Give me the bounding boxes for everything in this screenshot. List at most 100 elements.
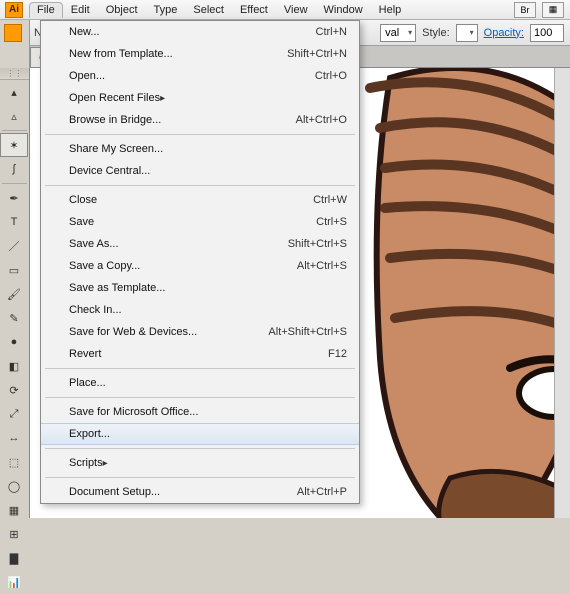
vertical-scrollbar[interactable] (554, 68, 570, 518)
menu-item-label: Save a Copy... (69, 260, 140, 272)
app-icon: Ai (5, 2, 23, 18)
menu-item-save-as-template[interactable]: Save as Template... (41, 277, 359, 299)
menu-file[interactable]: File (29, 2, 63, 18)
menu-object[interactable]: Object (98, 2, 146, 18)
app-icon-strip (0, 20, 30, 68)
arrange-button[interactable]: ▦ (542, 2, 564, 18)
rectangle-icon[interactable]: ▭ (0, 258, 28, 282)
menu-item-label: Save for Web & Devices... (69, 326, 197, 338)
menu-item-document-setup[interactable]: Document Setup...Alt+Ctrl+P (41, 481, 359, 503)
shortcut-label: F12 (328, 348, 347, 360)
menu-item-label: Close (69, 194, 97, 206)
shortcut-label: Alt+Shift+Ctrl+S (268, 326, 347, 338)
submenu-arrow-icon (160, 92, 165, 104)
style-combo[interactable] (456, 24, 478, 42)
menu-item-close[interactable]: Close Ctrl+W (41, 189, 359, 211)
shortcut-label: Ctrl+S (316, 216, 347, 228)
bridge-button[interactable]: Br (514, 2, 536, 18)
menu-item-open[interactable]: Open... Ctrl+O (41, 65, 359, 87)
gradient-icon[interactable]: ▇ (0, 546, 28, 570)
menu-item-save-as[interactable]: Save As... Shift+Ctrl+S (41, 233, 359, 255)
perspective-icon[interactable]: ▦ (0, 498, 28, 522)
menu-item-place[interactable]: Place... (41, 372, 359, 394)
opacity-input[interactable] (530, 24, 564, 42)
type-icon[interactable]: T (0, 210, 28, 234)
brush-icon[interactable]: 🖌 (0, 282, 28, 306)
magic-wand-icon[interactable]: ✶ (0, 133, 28, 157)
menu-item-label: Save As... (69, 238, 119, 250)
menu-item-save-a-copy[interactable]: Save a Copy... Alt+Ctrl+S (41, 255, 359, 277)
menu-effect[interactable]: Effect (232, 2, 276, 18)
menu-item-label: New from Template... (69, 48, 173, 60)
menu-separator (45, 134, 355, 135)
menu-item-label: Open Recent Files (69, 92, 160, 104)
menu-window[interactable]: Window (316, 2, 371, 18)
menu-view[interactable]: View (276, 2, 316, 18)
pencil-icon[interactable]: ✎ (0, 306, 28, 330)
eraser-icon[interactable]: ◧ (0, 354, 28, 378)
panel-grip[interactable]: ⋮⋮ (0, 68, 29, 80)
column-graph-icon[interactable]: 📊 (0, 570, 28, 594)
scale-icon[interactable]: ⤢ (0, 402, 28, 426)
menu-item-label: Revert (69, 348, 101, 360)
menu-item-label: Scripts (69, 457, 103, 469)
shape-builder-icon[interactable]: ◯ (0, 474, 28, 498)
menu-item-share-my-screen[interactable]: Share My Screen... (41, 138, 359, 160)
blob-brush-icon[interactable]: ● (0, 330, 28, 354)
menu-item-label: Save (69, 216, 94, 228)
menu-item-label: Check In... (69, 304, 122, 316)
menu-separator (45, 397, 355, 398)
menu-item-save[interactable]: Save Ctrl+S (41, 211, 359, 233)
shortcut-label: Ctrl+W (313, 194, 347, 206)
opacity-label[interactable]: Opacity: (484, 27, 524, 39)
menu-item-save-for-web-devices[interactable]: Save for Web & Devices... Alt+Shift+Ctrl+… (41, 321, 359, 343)
shape-combo-value: val (385, 27, 399, 39)
menu-item-revert[interactable]: Revert F12 (41, 343, 359, 365)
menu-item-label: Device Central... (69, 165, 150, 177)
lasso-icon[interactable]: ʃ (0, 157, 28, 181)
menu-item-export[interactable]: Export... (41, 423, 359, 445)
mesh-icon[interactable]: ⊞ (0, 522, 28, 546)
shortcut-label: Alt+Ctrl+S (297, 260, 347, 272)
tools-panel: ⋮⋮ ▴▵✶ʃ✒T／▭🖌✎●◧⟳⤢↔⬚◯▦⊞▇📊 (0, 68, 30, 518)
menu-item-check-in[interactable]: Check In... (41, 299, 359, 321)
menu-item-browse-in-bridge[interactable]: Browse in Bridge...Alt+Ctrl+O (41, 109, 359, 131)
width-icon[interactable]: ↔ (0, 426, 28, 450)
menu-item-device-central[interactable]: Device Central... (41, 160, 359, 182)
menu-item-save-for-microsoft-office[interactable]: Save for Microsoft Office... (41, 401, 359, 423)
menu-item-label: Export... (69, 428, 110, 440)
menu-help[interactable]: Help (371, 2, 410, 18)
menu-item-new[interactable]: New... Ctrl+N (41, 21, 359, 43)
menu-item-label: Save as Template... (69, 282, 165, 294)
menu-item-new-from-template[interactable]: New from Template...Shift+Ctrl+N (41, 43, 359, 65)
menu-separator (45, 185, 355, 186)
menu-item-scripts[interactable]: Scripts (41, 452, 359, 474)
menu-select[interactable]: Select (185, 2, 232, 18)
cursor-icon[interactable]: ▴ (0, 80, 28, 104)
menu-item-label: Open... (69, 70, 105, 82)
direct-select-icon[interactable]: ▵ (0, 104, 28, 128)
menu-edit[interactable]: Edit (63, 2, 98, 18)
menu-item-label: Save for Microsoft Office... (69, 406, 198, 418)
line-icon[interactable]: ／ (0, 234, 28, 258)
menu-separator (45, 448, 355, 449)
pen-icon[interactable]: ✒ (0, 186, 28, 210)
menu-item-label: Share My Screen... (69, 143, 163, 155)
menu-item-label: New... (69, 26, 100, 38)
file-menu-dropdown: New...Ctrl+NNew from Template...Shift+Ct… (40, 20, 360, 504)
menu-item-open-recent-files[interactable]: Open Recent Files (41, 87, 359, 109)
artwork (330, 68, 570, 518)
submenu-arrow-icon (103, 457, 108, 469)
shape-combo[interactable]: val (380, 24, 416, 42)
shortcut-label: Shift+Ctrl+S (288, 238, 347, 250)
shortcut-label: Alt+Ctrl+O (296, 114, 347, 126)
shortcut-label: Ctrl+N (316, 26, 347, 38)
menubar: Ai FileEditObjectTypeSelectEffectViewWin… (0, 0, 570, 20)
style-label: Style: (422, 27, 450, 39)
shortcut-label: Ctrl+O (315, 70, 347, 82)
menu-type[interactable]: Type (146, 2, 186, 18)
free-transform-icon[interactable]: ⬚ (0, 450, 28, 474)
ai-swatch-icon (4, 24, 22, 42)
menu-separator (45, 477, 355, 478)
rotate-icon[interactable]: ⟳ (0, 378, 28, 402)
